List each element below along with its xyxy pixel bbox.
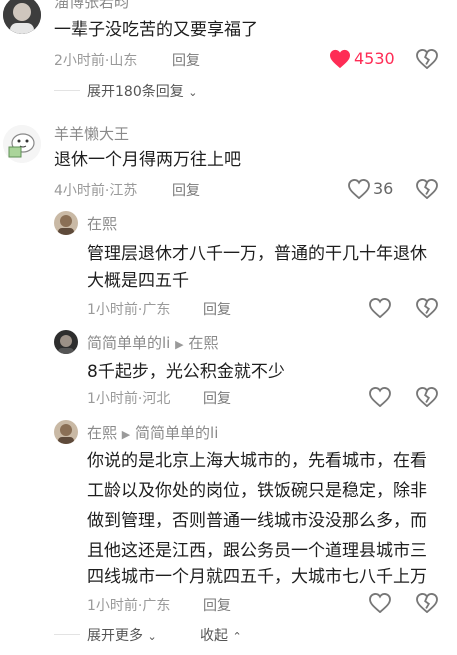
avatar[interactable]: [54, 211, 78, 235]
user-photo-icon: [3, 0, 41, 34]
comment-text: 一辈子没吃苦的又要享福了: [54, 20, 258, 40]
comment-text: 退休一个月得两万往上吧: [54, 150, 241, 170]
divider: [54, 634, 80, 635]
reply-author[interactable]: 在熙: [87, 424, 117, 442]
reply-to-user[interactable]: 简简单单的li: [135, 424, 218, 442]
divider: [54, 90, 80, 91]
user-photo-icon: [54, 420, 78, 444]
heart-outline-icon: [348, 179, 370, 199]
reply-text-line: 8千起步，光公积金就不少: [87, 362, 285, 382]
chevron-up-icon: ⌃: [232, 630, 242, 643]
dislike-button[interactable]: [416, 386, 438, 409]
dislike-button[interactable]: [416, 592, 438, 615]
reply-meta: 1小时前·河北: [87, 391, 171, 407]
reply-meta: 1小时前·广东: [87, 598, 171, 614]
heart-filled-icon: [330, 49, 350, 69]
reply-location: 河北: [142, 391, 171, 407]
reply-text-line: 大概是四五千: [87, 271, 189, 291]
avatar[interactable]: [3, 0, 41, 34]
cartoon-goat-icon: [3, 125, 41, 163]
avatar[interactable]: [54, 330, 78, 354]
comment-username[interactable]: 羊羊懒大王: [54, 123, 129, 144]
reply-time: 1小时前: [87, 391, 138, 407]
broken-heart-icon: [416, 48, 438, 70]
reply-time: 1小时前: [87, 302, 138, 318]
reply-button[interactable]: 回复: [203, 595, 231, 615]
reply-username: 在熙 ▶ 简简单单的li: [87, 422, 218, 443]
avatar[interactable]: [3, 125, 41, 163]
comment-meta: 2小时前·山东: [54, 53, 138, 69]
heart-outline-icon: [369, 386, 391, 408]
comment-time: 2小时前: [54, 53, 105, 69]
reply-text-line: 工龄以及你处的岗位，铁饭碗只是稳定，除非: [87, 481, 427, 501]
reply-time: 1小时前: [87, 598, 138, 614]
heart-outline-icon: [369, 592, 391, 614]
reply-username[interactable]: 在熙: [87, 213, 117, 234]
reply-to-user[interactable]: 在熙: [188, 334, 218, 352]
like-button[interactable]: [369, 386, 391, 409]
dislike-button[interactable]: [416, 48, 438, 71]
reply-author[interactable]: 简简单单的li: [87, 334, 170, 352]
reply-arrow-icon: ▶: [121, 428, 131, 441]
like-button[interactable]: 4530: [329, 49, 399, 71]
like-button[interactable]: [369, 592, 391, 615]
user-photo-icon: [54, 211, 78, 235]
dislike-button[interactable]: [416, 178, 438, 201]
broken-heart-icon: [416, 386, 438, 408]
broken-heart-icon: [416, 592, 438, 614]
reply-button[interactable]: 回复: [203, 388, 231, 408]
reply-location: 广东: [142, 598, 171, 614]
dislike-button[interactable]: [416, 297, 438, 320]
reply-text-line: 你说的是北京上海大城市的，先看城市，在看: [87, 451, 427, 471]
reply-button[interactable]: 回复: [172, 180, 200, 200]
like-count: 4530: [354, 49, 395, 68]
user-photo-icon: [54, 330, 78, 354]
reply-location: 广东: [142, 302, 171, 318]
chevron-down-icon: ⌄: [147, 630, 157, 643]
reply-text-line: 四线城市一个月就四五千，大城市七八千上万: [87, 567, 427, 587]
avatar[interactable]: [54, 420, 78, 444]
comment-meta: 4小时前·江苏: [54, 183, 138, 199]
reply-button[interactable]: 回复: [203, 299, 231, 319]
comment-location: 山东: [109, 53, 138, 69]
like-count: 36: [373, 179, 394, 198]
collapse-button[interactable]: 收起 ⌃: [200, 625, 242, 645]
like-button[interactable]: 36: [348, 179, 398, 201]
comment-username[interactable]: 淄博张若昀: [54, 0, 129, 12]
chevron-down-icon: ⌄: [188, 86, 198, 99]
like-button[interactable]: [369, 297, 391, 320]
reply-text-line: 做到管理，否则普通一线城市没没那么多，而: [87, 511, 427, 531]
comment-location: 江苏: [109, 183, 138, 199]
reply-button[interactable]: 回复: [172, 50, 200, 70]
expand-replies-button[interactable]: 展开180条回复 ⌄: [87, 81, 197, 101]
reply-text-line: 管理层退休才八千一万，普通的干几十年退休: [87, 244, 427, 264]
reply-arrow-icon: ▶: [175, 338, 184, 351]
broken-heart-icon: [416, 178, 438, 200]
reply-username: 简简单单的li ▶ 在熙: [87, 332, 218, 353]
reply-meta: 1小时前·广东: [87, 302, 171, 318]
comment-time: 4小时前: [54, 183, 105, 199]
broken-heart-icon: [416, 297, 438, 319]
expand-more-button[interactable]: 展开更多 ⌄: [87, 625, 157, 645]
heart-outline-icon: [369, 297, 391, 319]
